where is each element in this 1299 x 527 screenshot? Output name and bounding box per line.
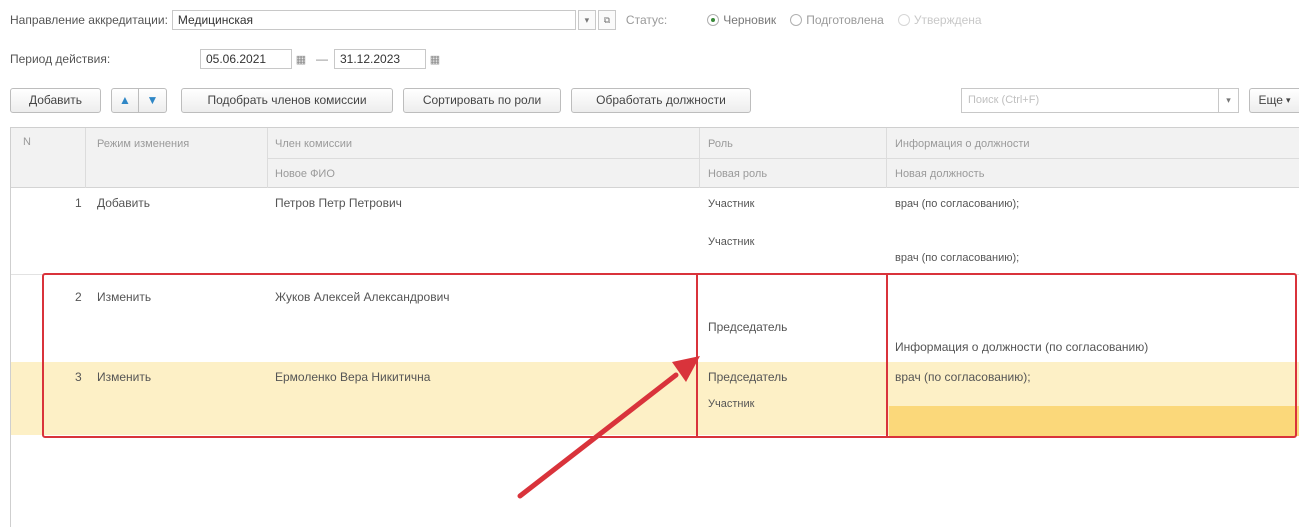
annotation-arrow-icon <box>517 356 700 499</box>
